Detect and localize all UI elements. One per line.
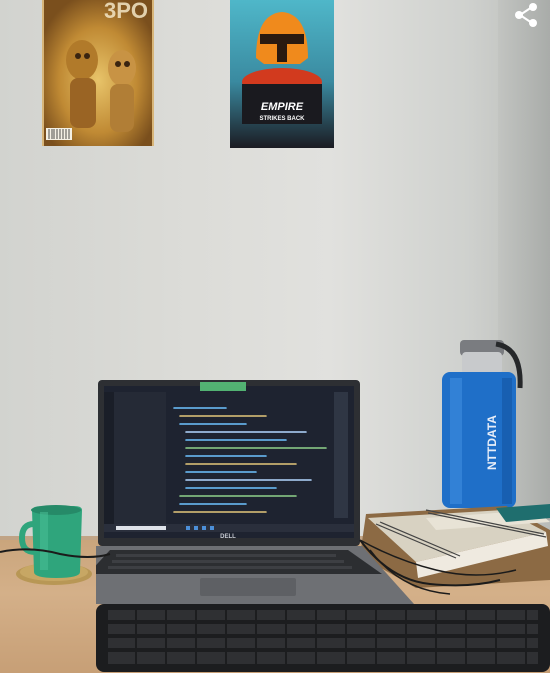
bottle-label: NTTDATA xyxy=(485,415,499,470)
keyboard xyxy=(96,604,550,672)
share-icon[interactable] xyxy=(511,2,541,28)
poster-c3po: 3PO xyxy=(42,0,154,146)
poster-line1: EMPIRE xyxy=(261,101,304,113)
photo-scene: 3PO EMPIRE STRIKES BACK NTTDATA DELL xyxy=(0,0,550,673)
water-bottle: NTTDATA xyxy=(442,340,523,508)
poster-empire: EMPIRE STRIKES BACK xyxy=(230,0,334,148)
poster-title: 3PO xyxy=(104,0,148,23)
poster-line2: STRIKES BACK xyxy=(259,116,305,122)
